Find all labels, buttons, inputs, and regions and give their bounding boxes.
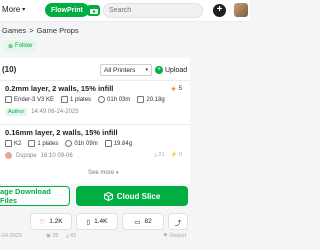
profile-title: 0.2mm layer, 2 walls, 15% infill [5, 84, 114, 93]
download-count: ⤓ 21 [154, 152, 164, 159]
profile-date: 14:49 06-24-2025 [31, 109, 79, 115]
upload-button[interactable]: + Upload [155, 64, 187, 76]
comment-icon: ▭ [134, 218, 141, 226]
profile-rating: ★ 5 [170, 85, 182, 93]
print-time: 01h 09m [74, 140, 98, 147]
boost-count: ⚡ 0 [171, 152, 182, 159]
weight-icon [104, 140, 112, 147]
plate-icon [28, 140, 36, 147]
publish-date: -24-2025 [0, 233, 23, 239]
plus-icon: + [155, 66, 163, 74]
chevron-down-icon: ▾ [22, 7, 26, 13]
profile-title: 0.16mm layer, 2 walls, 15% infill [5, 128, 118, 137]
flowprint-label: FlowPrint [51, 6, 83, 14]
comment-button[interactable]: ▭ 82 [122, 213, 164, 230]
clock-icon [98, 96, 106, 103]
download-value: 21 [158, 152, 165, 158]
breadcrumb-games[interactable]: Games [2, 26, 26, 35]
see-more-link[interactable]: See more ▾ [88, 170, 119, 176]
cloud-slice-icon [103, 191, 113, 201]
more-menu[interactable]: More ▾ [2, 5, 25, 14]
breadcrumb-separator: > [29, 26, 34, 35]
eye-icon: ◉ [46, 233, 51, 239]
search-input[interactable] [109, 7, 199, 14]
footer-download-value: 43 [69, 232, 77, 239]
view-value: 25 [52, 233, 59, 239]
profile-count: (10) [2, 65, 17, 74]
more-label: More [2, 5, 21, 14]
comment-count: 82 [144, 218, 152, 225]
star-icon: ★ [170, 86, 177, 93]
rating-value: 5 [178, 86, 182, 92]
profile-card[interactable]: 0.16mm layer, 2 walls, 15% infill K2 1 p… [0, 124, 190, 164]
profile-card[interactable]: 0.2mm layer, 2 walls, 15% infill ★ 5 End… [0, 80, 190, 120]
collect-button[interactable]: ▯ 1.4K [76, 213, 118, 230]
avatar[interactable] [234, 3, 248, 17]
filament-weight: 19.84g [113, 140, 133, 147]
report-link[interactable]: ⚑ Report [163, 233, 186, 239]
follow-icon: ⊕ [8, 43, 14, 50]
camera-button[interactable] [87, 5, 100, 16]
author-badge: Author [5, 108, 28, 116]
like-count: 1.2K [49, 218, 63, 225]
chevron-down-icon: ▾ [116, 170, 119, 176]
top-bar: More ▾ FlowPrint + [0, 0, 250, 22]
profile-meta: Ender-3 V3 KE 1 plates 01h 03m 20.18g [5, 96, 165, 103]
print-profiles-panel: (10) All Printers ▾ + Upload 0.2mm layer… [0, 58, 190, 184]
download-icon: ⤓ [66, 232, 69, 239]
printer-select[interactable]: All Printers ▾ [100, 64, 152, 76]
download-files-button[interactable]: age Download Files [0, 186, 70, 206]
share-icon: ⤴ [174, 219, 182, 227]
add-button[interactable]: + [213, 4, 226, 17]
boost-value: 0 [178, 152, 182, 158]
follow-button[interactable]: ⊕ Follow [3, 40, 38, 52]
footer-download-count: ⤓ 43 [66, 233, 76, 240]
profile-footer: Author 14:49 06-24-2025 [5, 108, 79, 116]
heart-icon: ♡ [39, 218, 46, 226]
plate-count: 1 plates [70, 96, 92, 103]
profile-stats: ⤓ 21 ⚡ 0 [154, 152, 182, 159]
breadcrumb-game-props[interactable]: Game Props [37, 26, 79, 35]
profile-date: 16:10 09-06 [40, 152, 73, 159]
printer-name: K2 [14, 140, 22, 147]
profile-footer: Dspope 16:10 09-06 [5, 152, 73, 159]
like-button[interactable]: ♡ 1.2K [30, 213, 72, 230]
view-count: ◉ 25 [46, 233, 58, 239]
camera-icon [89, 8, 98, 14]
weight-icon [137, 96, 145, 103]
cloud-slice-label: Cloud Slice [116, 191, 161, 201]
plus-icon: + [216, 4, 223, 15]
boost-icon: ⚡ [170, 152, 178, 158]
plate-count: 1 plates [37, 140, 59, 147]
printer-name: Ender-3 V3 KE [14, 96, 55, 103]
printer-icon [5, 96, 12, 103]
bookmark-icon: ▯ [86, 218, 91, 226]
download-icon: ⤓ [154, 152, 157, 158]
flowprint-button[interactable]: FlowPrint [45, 3, 89, 17]
search-box[interactable] [103, 3, 203, 18]
plate-icon [61, 96, 69, 103]
share-button[interactable]: ⤴ [168, 213, 188, 230]
report-label: Report [169, 233, 187, 239]
breadcrumb: Games > Game Props [2, 26, 79, 35]
printer-select-value: All Printers [104, 66, 136, 74]
profile-user[interactable]: Dspope [16, 153, 37, 159]
filament-weight: 20.18g [146, 96, 165, 103]
see-more-label: See more [88, 170, 115, 176]
download-files-label: age Download Files [0, 187, 51, 205]
cloud-slice-button[interactable]: Cloud Slice [76, 186, 188, 206]
user-avatar [5, 152, 12, 159]
follow-label: Follow [15, 43, 33, 49]
flag-icon: ⚑ [163, 233, 168, 239]
printer-icon [5, 140, 12, 147]
print-time: 01h 03m [107, 96, 131, 103]
profile-meta: K2 1 plates 01h 09m 19.84g [5, 140, 132, 147]
clock-icon [65, 140, 73, 147]
collect-count: 1.4K [94, 218, 108, 225]
chevron-down-icon: ▾ [145, 67, 148, 73]
upload-label: Upload [165, 66, 188, 74]
